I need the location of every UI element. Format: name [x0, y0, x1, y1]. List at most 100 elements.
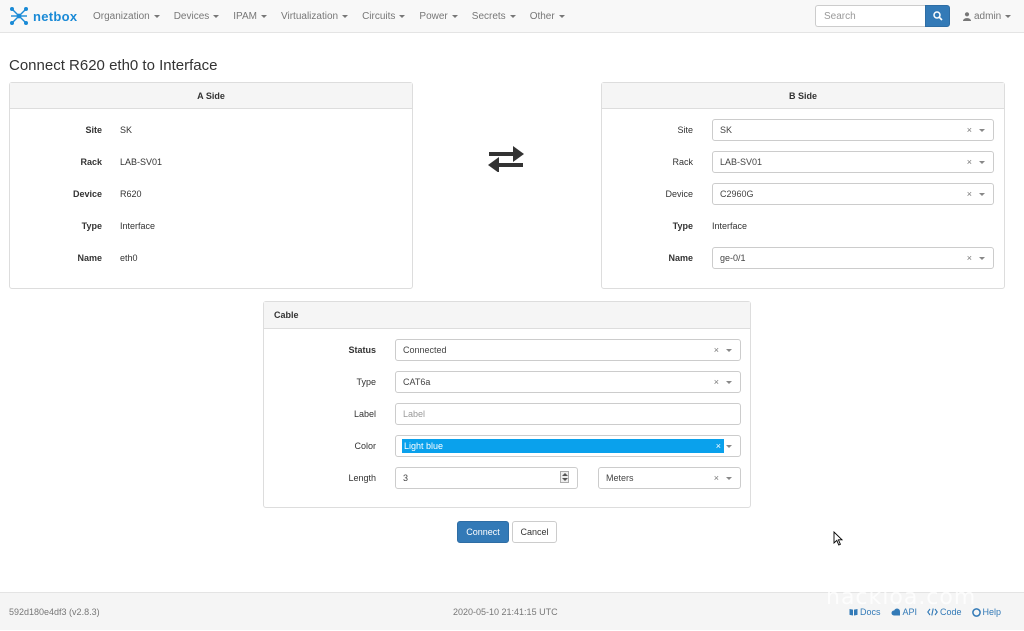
field-label: Site: [85, 125, 102, 135]
field-label: Name: [77, 253, 102, 263]
nav-label: Devices: [173, 11, 210, 22]
length-unit-selected-value: Meters: [606, 473, 634, 483]
nav-label: Virtualization: [281, 11, 339, 22]
field-label: Length: [348, 473, 376, 483]
nav-label: Power: [419, 11, 448, 22]
clear-icon[interactable]: ×: [716, 436, 721, 456]
b-side-heading: B Side: [602, 83, 1004, 109]
b-side-name-row: Name ge-0/1 ×: [602, 246, 1004, 270]
nav-virtualization[interactable]: Virtualization: [274, 11, 355, 22]
watermark-text: nackloa.com: [826, 585, 977, 610]
cable-label-input[interactable]: [395, 403, 741, 425]
cable-label-row: Label: [264, 402, 750, 426]
number-stepper[interactable]: [560, 471, 569, 483]
interface-selected-value: ge-0/1: [720, 253, 746, 263]
cable-status-row: Status Connected ×: [264, 338, 750, 362]
b-side-device-row: Device C2960G ×: [602, 182, 1004, 206]
caret-down-icon: [213, 15, 220, 18]
nav-label: IPAM: [233, 11, 257, 22]
clear-icon[interactable]: ×: [967, 184, 972, 204]
chevron-down-icon: [979, 161, 985, 164]
nav-power[interactable]: Power: [412, 11, 464, 22]
b-side-rack-row: Rack LAB-SV01 ×: [602, 150, 1004, 174]
netbox-logo-icon: [10, 7, 28, 25]
nav-circuits[interactable]: Circuits: [355, 11, 412, 22]
mouse-cursor-icon: [833, 531, 843, 546]
field-label: Type: [672, 221, 693, 231]
b-side-site-row: Site SK ×: [602, 118, 1004, 142]
rack-select[interactable]: LAB-SV01 ×: [712, 151, 994, 173]
cable-heading: Cable: [264, 302, 750, 329]
user-icon: [963, 12, 971, 21]
user-menu[interactable]: admin: [963, 0, 1012, 33]
caret-down-icon: [261, 15, 267, 18]
field-label: Rack: [80, 157, 102, 167]
chevron-down-icon: [979, 193, 985, 196]
device-selected-value: C2960G: [720, 189, 754, 199]
nav-organization[interactable]: Organization: [86, 11, 167, 22]
nav-other[interactable]: Other: [523, 11, 572, 22]
clear-icon[interactable]: ×: [714, 372, 719, 392]
color-select[interactable]: Light blue ×: [395, 435, 741, 457]
brand-logo[interactable]: netbox: [9, 6, 77, 26]
cable-type-row: Type CAT6a ×: [264, 370, 750, 394]
interface-name-select[interactable]: ge-0/1 ×: [712, 247, 994, 269]
cancel-button[interactable]: Cancel: [512, 521, 557, 543]
color-selected-value: Light blue: [404, 441, 444, 451]
a-side-site-row: Site SK: [10, 118, 412, 142]
field-label: Device: [72, 189, 102, 199]
a-side-name-row: Name eth0: [10, 246, 412, 270]
exchange-arrows-icon: [488, 146, 524, 172]
clear-icon[interactable]: ×: [967, 248, 972, 268]
nav-label: Secrets: [471, 11, 506, 22]
field-value: Interface: [120, 221, 156, 231]
length-unit-select[interactable]: Meters ×: [598, 467, 741, 489]
connect-button[interactable]: Connect: [457, 521, 509, 543]
clear-icon[interactable]: ×: [967, 152, 972, 172]
search-input[interactable]: [815, 5, 926, 27]
cable-panel: Cable Status Connected × Type CAT6a × La…: [263, 301, 751, 508]
field-label: Color: [354, 441, 376, 451]
a-side-heading: A Side: [10, 83, 412, 109]
field-label: Site: [677, 125, 693, 135]
color-swatch: [402, 439, 724, 453]
field-value: eth0: [120, 253, 138, 263]
field-label: Label: [353, 409, 376, 419]
field-label: Type: [356, 377, 376, 387]
chevron-down-icon: [979, 129, 985, 132]
rack-selected-value: LAB-SV01: [720, 157, 763, 167]
field-label: Rack: [672, 157, 693, 167]
chevron-down-icon: [726, 445, 732, 448]
device-select[interactable]: C2960G ×: [712, 183, 994, 205]
chevron-down-icon: [726, 381, 732, 384]
length-input[interactable]: [395, 467, 578, 489]
site-selected-value: SK: [720, 125, 733, 135]
caret-down-icon: [509, 15, 516, 18]
clear-icon[interactable]: ×: [714, 340, 719, 360]
status-selected-value: Connected: [403, 345, 447, 355]
caret-down-icon: [153, 15, 160, 18]
chevron-down-icon: [726, 477, 732, 480]
clear-icon[interactable]: ×: [714, 468, 719, 488]
search-icon: [932, 11, 943, 21]
nav-ipam[interactable]: IPAM: [226, 11, 274, 22]
clear-icon[interactable]: ×: [967, 120, 972, 140]
field-label: Device: [665, 189, 693, 199]
top-navbar: netbox Organization Devices IPAM Virtual…: [0, 0, 1024, 33]
field-label: Status: [348, 345, 376, 355]
a-side-panel: A Side Site SK Rack LAB-SV01 Device R620…: [9, 82, 413, 289]
nav-secrets[interactable]: Secrets: [465, 11, 523, 22]
b-side-type-row: Type Interface: [602, 214, 1004, 238]
site-select[interactable]: SK ×: [712, 119, 994, 141]
cable-type-select[interactable]: CAT6a ×: [395, 371, 741, 393]
status-select[interactable]: Connected ×: [395, 339, 741, 361]
a-side-device-row: Device R620: [10, 182, 412, 206]
field-label: Type: [81, 221, 102, 231]
cable-color-row: Color Light blue ×: [264, 434, 750, 458]
nav-devices[interactable]: Devices: [167, 11, 227, 22]
search-button[interactable]: [925, 5, 950, 27]
caret-down-icon: [1005, 15, 1012, 18]
nav-label: Circuits: [362, 11, 396, 22]
server-timestamp: 2020-05-10 21:41:15 UTC: [453, 607, 558, 617]
a-side-rack-row: Rack LAB-SV01: [10, 150, 412, 174]
